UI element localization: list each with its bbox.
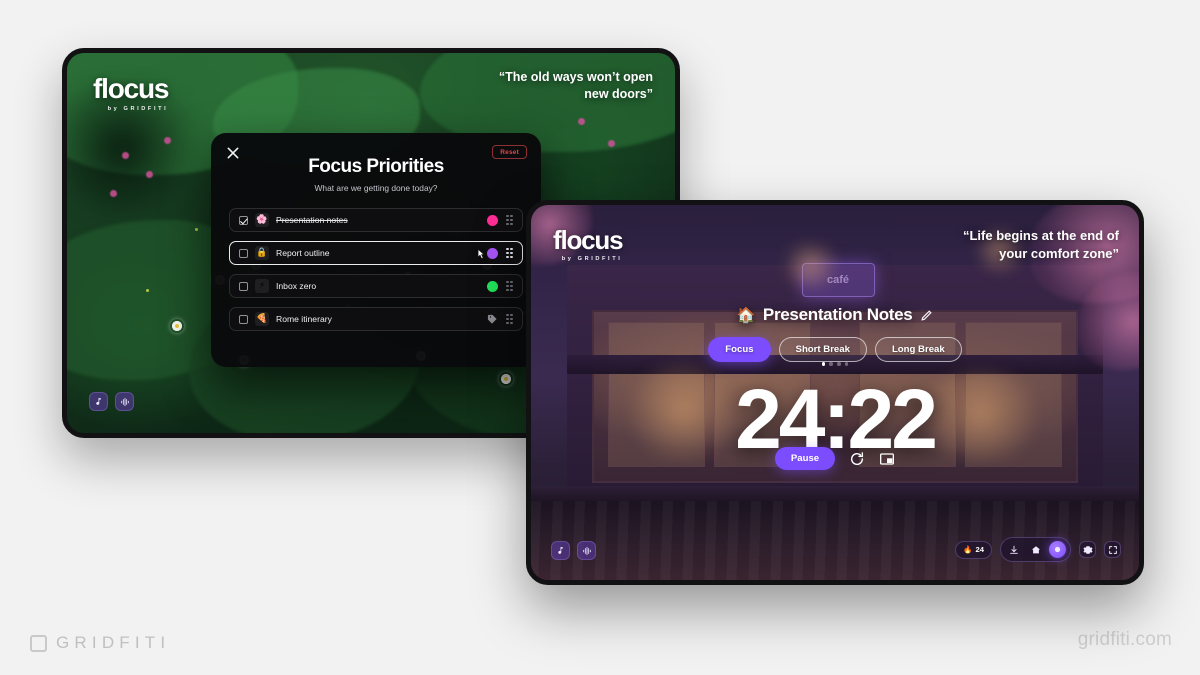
task-color-dot[interactable] (487, 214, 498, 226)
focus-priorities-modal: Reset Focus Priorities What are we getti… (211, 133, 541, 367)
reset-button[interactable]: Reset (492, 145, 527, 159)
task-checkbox[interactable] (239, 281, 248, 291)
tag-icon[interactable] (487, 314, 498, 325)
task-emoji: 🍕 (255, 312, 269, 326)
media-controls-left (89, 392, 134, 411)
task-row[interactable]: 🍕 Rome itinerary (229, 307, 523, 331)
flame-icon: 🔥 (963, 545, 973, 554)
task-checkbox[interactable] (239, 314, 248, 324)
flocus-logo-left: flocus by GRIDFITI (93, 73, 169, 113)
mouse-cursor-icon (473, 248, 488, 265)
task-color-dot[interactable] (487, 280, 498, 292)
drag-handle-icon[interactable] (505, 247, 514, 259)
theme-orb-icon[interactable] (1049, 541, 1066, 558)
drag-handle-icon[interactable] (505, 214, 514, 226)
task-label: Rome itinerary (276, 314, 332, 324)
right-app-window: café flocus by GRIDFITI “Life begins at … (526, 200, 1144, 585)
task-emoji: ⚡ (255, 279, 269, 293)
logo-byline: by GRIDFITI (561, 256, 623, 262)
logo-wordmark: flocus (553, 225, 624, 255)
gear-icon[interactable] (1079, 541, 1096, 558)
pause-button[interactable]: Pause (774, 447, 836, 470)
session-title-text: Presentation Notes (762, 305, 913, 324)
download-icon[interactable] (1005, 541, 1022, 558)
task-label: Presentation notes (276, 215, 348, 225)
session-title[interactable]: 🏠 Presentation Notes (531, 305, 1139, 325)
streak-badge[interactable]: 🔥 24 (955, 540, 992, 559)
drag-handle-icon[interactable] (505, 280, 514, 292)
music-note-icon[interactable] (551, 541, 570, 560)
task-checkbox[interactable] (239, 215, 248, 225)
tab-long-break[interactable]: Long Break (874, 337, 962, 362)
motivational-quote-left: “The old ways won’t open new doors” (498, 70, 653, 101)
task-row[interactable]: 🌸 Presentation notes (229, 208, 523, 232)
gridfiti-branding: GRIDFITI (30, 633, 170, 653)
task-list: 🌸 Presentation notes 🔒 Report outline ⚡ … (229, 208, 523, 331)
screenshot-canvas: flocus by GRIDFITI “The old ways won’t o… (0, 0, 1200, 675)
task-row[interactable]: ⚡ Inbox zero (229, 274, 523, 298)
logo-wordmark: flocus (93, 73, 169, 104)
fullscreen-icon[interactable] (1104, 541, 1121, 558)
modal-subtitle: What are we getting done today? (314, 183, 438, 193)
music-note-icon[interactable] (89, 392, 108, 411)
pencil-icon[interactable] (920, 309, 933, 322)
task-label: Inbox zero (276, 281, 317, 291)
task-checkbox[interactable] (239, 248, 248, 258)
gridfiti-logo-mark (30, 634, 47, 652)
media-controls-right (551, 541, 596, 560)
streak-count: 24 (975, 545, 984, 554)
tab-short-break[interactable]: Short Break (778, 337, 867, 362)
drag-handle-icon[interactable] (505, 313, 514, 325)
modal-title: Focus Priorities (308, 156, 444, 177)
task-emoji: 🔒 (255, 246, 269, 260)
picture-in-picture-icon[interactable] (879, 451, 895, 467)
task-color-dot[interactable] (487, 247, 498, 259)
soundscape-icon[interactable] (577, 541, 596, 560)
home-icon[interactable] (1027, 541, 1044, 558)
soundscape-icon[interactable] (115, 392, 134, 411)
restart-icon[interactable] (849, 451, 865, 467)
bottom-right-controls: 🔥 24 (955, 537, 1121, 562)
session-emoji: 🏠 (736, 306, 756, 324)
flocus-logo-right: flocus by GRIDFITI (553, 225, 624, 262)
nav-pill (1000, 537, 1071, 562)
logo-byline: by GRIDFITI (107, 106, 169, 112)
timer-controls: Pause (531, 447, 1139, 470)
tab-focus[interactable]: Focus (708, 337, 771, 362)
mode-tabs: Focus Short Break Long Break (531, 337, 1139, 362)
gridfiti-wordmark: GRIDFITI (56, 633, 171, 652)
task-label: Report outline (276, 248, 330, 258)
motivational-quote-right: “Life begins at the end of your comfort … (962, 228, 1119, 261)
gridfiti-website-watermark: gridfiti.com (1077, 629, 1172, 650)
task-emoji: 🌸 (255, 213, 269, 227)
close-icon[interactable] (225, 145, 241, 161)
session-progress-dots (531, 362, 1139, 366)
